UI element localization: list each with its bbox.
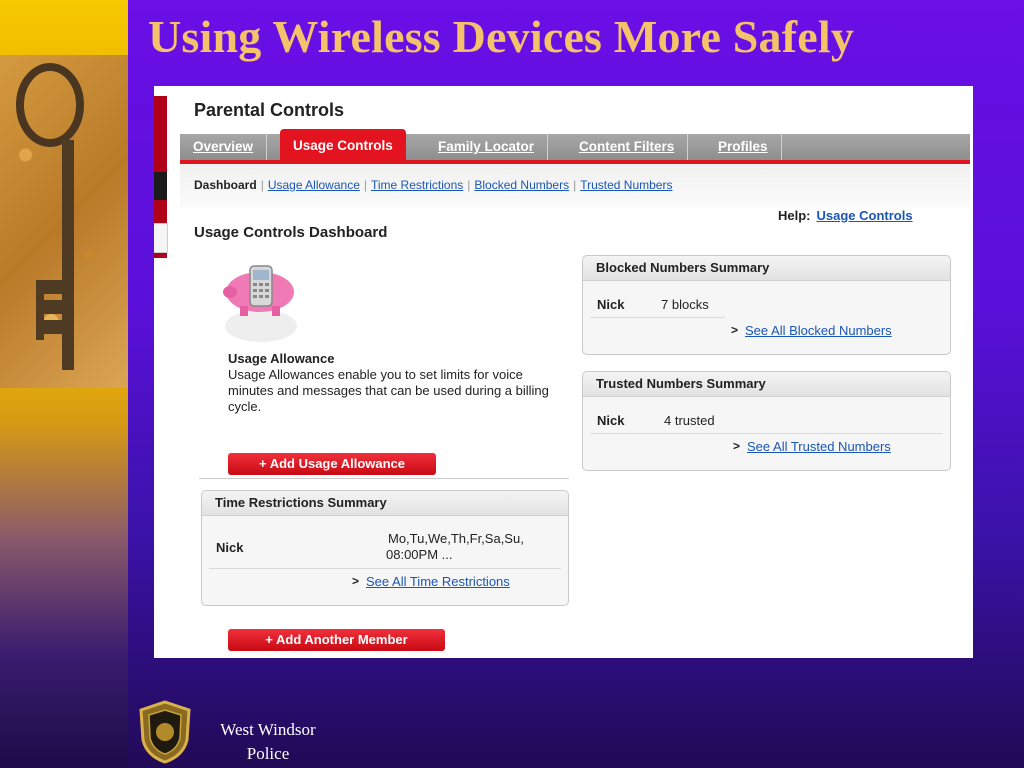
trusted-count: 4 trusted (664, 413, 715, 428)
add-another-member-button[interactable]: + Add Another Member (228, 629, 445, 651)
left-band-top (0, 0, 128, 55)
usage-allowance-title: Usage Allowance (228, 351, 335, 366)
see-all-trusted-numbers-link[interactable]: See All Trusted Numbers (747, 439, 891, 454)
blocked-name: Nick (597, 297, 625, 312)
help-area: Help: Usage Controls (778, 208, 913, 223)
tab-overview[interactable]: Overview (180, 134, 268, 160)
piggy-bank-phone-icon (223, 265, 297, 342)
footer-line-2: Police (246, 744, 290, 763)
see-all-blocked-numbers-link[interactable]: See All Blocked Numbers (745, 323, 892, 338)
trusted-numbers-header: Trusted Numbers Summary (583, 372, 950, 397)
time-restrictions-name: Nick (216, 540, 244, 555)
dashboard-title: Usage Controls Dashboard (194, 224, 388, 241)
tab-usage-controls[interactable]: Usage Controls (280, 129, 406, 160)
help-label: Help: (778, 208, 811, 223)
see-all-time-restrictions-link[interactable]: See All Time Restrictions (366, 574, 510, 589)
time-restrictions-days: Mo,Tu,We,Th,Fr,Sa,Su, (388, 531, 524, 546)
footer-line-1: West Windsor (220, 720, 316, 739)
subnav-blocked-numbers[interactable]: Blocked Numbers (474, 178, 569, 192)
blocked-numbers-header: Blocked Numbers Summary (583, 256, 950, 281)
subnav-dashboard[interactable]: Dashboard (194, 178, 257, 192)
slide-title: Using Wireless Devices More Safely (148, 11, 855, 62)
tab-family-locator[interactable]: Family Locator (425, 134, 549, 160)
police-badge-icon (139, 700, 191, 764)
blocked-numbers-summary: Blocked Numbers Summary Nick 7 blocks > … (582, 255, 951, 355)
subnav-usage-allowance[interactable]: Usage Allowance (268, 178, 360, 192)
chevron-right-icon: > (733, 439, 741, 453)
chevron-right-icon: > (352, 574, 360, 588)
parental-controls-screenshot: Parental Controls Overview Usage Control… (154, 86, 973, 658)
key-icon (16, 63, 84, 370)
subnav-time-restrictions[interactable]: Time Restrictions (371, 178, 463, 192)
page-title: Parental Controls (194, 100, 345, 120)
usage-allowance-description: Usage Allowances enable you to set limit… (228, 367, 549, 414)
time-restrictions-header: Time Restrictions Summary (202, 491, 568, 516)
blocked-count: 7 blocks (661, 297, 709, 312)
left-edge-tab (154, 223, 168, 253)
chevron-right-icon: > (731, 323, 739, 337)
time-restrictions-time: 08:00PM ... (386, 547, 453, 562)
tab-bar: Overview Usage Controls Family Locator C… (180, 129, 970, 164)
footer-organization: West Windsor Police (198, 718, 338, 766)
trusted-name: Nick (597, 413, 625, 428)
time-restrictions-summary: Time Restrictions Summary Nick Mo,Tu,We,… (201, 490, 569, 606)
tab-content-filters[interactable]: Content Filters (566, 134, 689, 160)
subnav-trusted-numbers[interactable]: Trusted Numbers (580, 178, 672, 192)
sub-navigation: Dashboard | Usage Allowance | Time Restricti… (180, 164, 970, 208)
divider (199, 478, 569, 479)
help-link[interactable]: Usage Controls (817, 208, 913, 223)
key-photo (0, 55, 128, 388)
tab-profiles[interactable]: Profiles (705, 134, 782, 160)
add-usage-allowance-button[interactable]: + Add Usage Allowance (228, 453, 436, 475)
trusted-numbers-summary: Trusted Numbers Summary Nick 4 trusted >… (582, 371, 951, 471)
